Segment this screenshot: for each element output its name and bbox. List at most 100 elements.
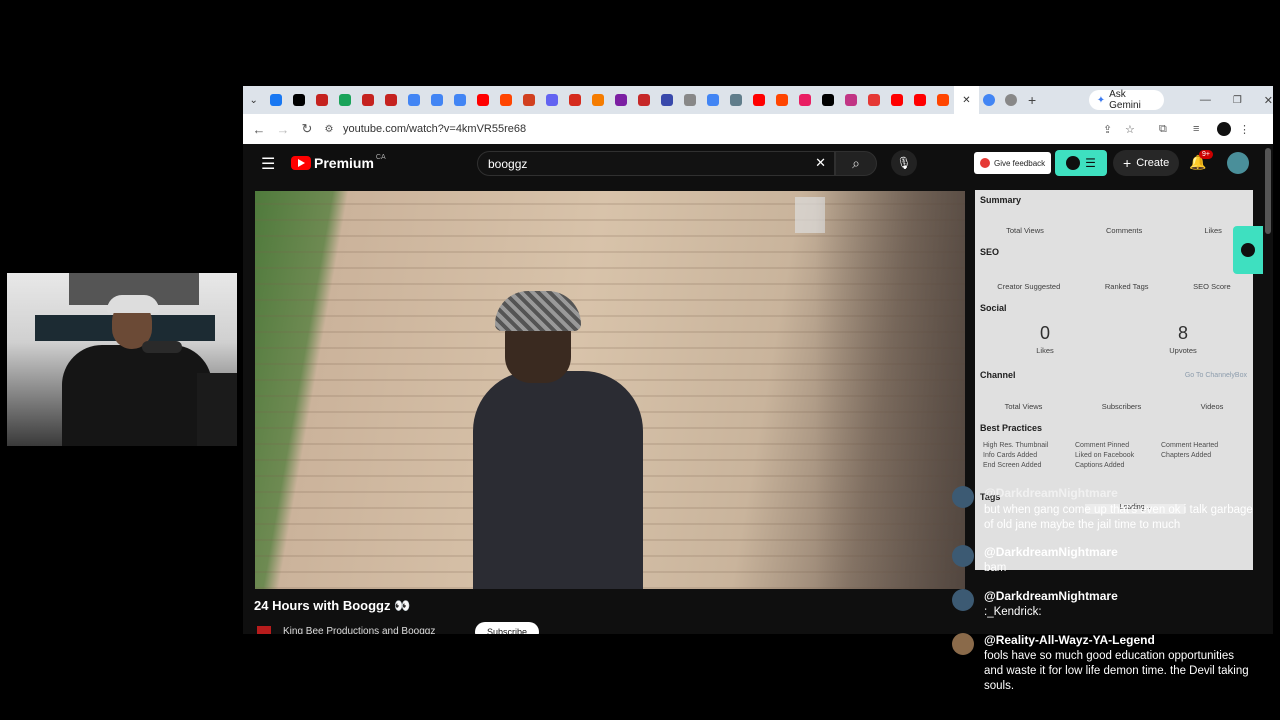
seo-score[interactable]: SEO Score: [1193, 282, 1231, 291]
tab-google[interactable]: [979, 86, 1000, 114]
subscribe-button[interactable]: Subscribe: [475, 622, 539, 634]
create-button[interactable]: + Create: [1113, 150, 1180, 176]
url-field[interactable]: youtube.com/watch?v=4kmVR55re68: [343, 123, 1103, 135]
tab-22[interactable]: [770, 86, 793, 114]
menu-icon[interactable]: ⋮: [1239, 123, 1250, 136]
channel-name[interactable]: King Bee Productions and Booggz: [283, 626, 435, 634]
instagram-icon: [844, 94, 857, 106]
page-scrollbar[interactable]: [1265, 148, 1271, 234]
docs-icon: [430, 94, 443, 106]
close-window-button[interactable]: ✕: [1264, 94, 1273, 107]
youtube-logo[interactable]: Premium CA: [291, 154, 386, 171]
tab-list-dropdown[interactable]: ⌄: [243, 86, 264, 114]
account-avatar[interactable]: [1227, 152, 1249, 174]
tab-6[interactable]: [402, 86, 425, 114]
reload-button[interactable]: ↻: [295, 121, 319, 137]
webcam-overlay: [7, 273, 237, 446]
chat-message: @DarkdreamNightmare :_Kendrick:: [952, 589, 1272, 623]
minimize-button[interactable]: —: [1200, 94, 1211, 106]
back-button[interactable]: ←: [247, 122, 271, 137]
plus-icon: +: [1123, 155, 1132, 171]
youtube-play-icon: [291, 156, 311, 170]
tab-24[interactable]: [816, 86, 839, 114]
tab-3[interactable]: [333, 86, 356, 114]
globe-icon: [729, 94, 742, 106]
docs-icon: [407, 94, 420, 106]
gmail-icon: [384, 94, 397, 106]
green-app-icon: [338, 94, 351, 106]
tab-27[interactable]: [885, 86, 908, 114]
likes-value: 0: [1039, 323, 1050, 343]
tab-10[interactable]: [494, 86, 517, 114]
voice-search-icon[interactable]: 🎙: [891, 150, 917, 176]
tab-16[interactable]: [632, 86, 655, 114]
channel-total-views: Total Views: [1004, 402, 1043, 411]
tab-2[interactable]: [310, 86, 333, 114]
active-tab[interactable]: ✕: [954, 86, 979, 114]
tab-0[interactable]: [264, 86, 287, 114]
tab-14[interactable]: [586, 86, 609, 114]
tab-8[interactable]: [448, 86, 471, 114]
tab-4[interactable]: [356, 86, 379, 114]
create-label: Create: [1136, 157, 1170, 169]
tab-chrome[interactable]: [1000, 86, 1021, 114]
tab-7[interactable]: [425, 86, 448, 114]
reddit-icon: [499, 94, 512, 106]
tab-23[interactable]: [793, 86, 816, 114]
tab-17[interactable]: [655, 86, 678, 114]
tab-29[interactable]: [931, 86, 954, 114]
clear-search-icon[interactable]: ✕: [815, 155, 826, 171]
tab-11[interactable]: [517, 86, 540, 114]
tab-13[interactable]: [563, 86, 586, 114]
tab-26[interactable]: [862, 86, 885, 114]
chat-username: @DarkdreamNightmare: [984, 545, 1118, 559]
hamburger-menu-icon[interactable]: ☰: [261, 154, 275, 174]
chat-message: @DarkdreamNightmare but when gang come u…: [952, 486, 1272, 536]
bp-item: Comment Hearted: [1161, 442, 1219, 449]
tab-15[interactable]: [609, 86, 632, 114]
bookmark-star-icon[interactable]: ☆: [1125, 123, 1159, 136]
tab-28[interactable]: [908, 86, 931, 114]
chat-message: @Reality-All-Wayz-YA-Legend fools have s…: [952, 633, 1272, 699]
extension-logo-icon: [1241, 243, 1255, 257]
media-icon[interactable]: ≡: [1193, 123, 1217, 135]
site-info-icon[interactable]: ⚙: [319, 124, 339, 135]
tab-1[interactable]: [287, 86, 310, 114]
forward-button[interactable]: →: [271, 122, 295, 137]
extension-side-tab[interactable]: [1233, 226, 1263, 274]
profile-avatar[interactable]: [1217, 122, 1231, 136]
channel-row: Total Views Subscribers Videos: [975, 402, 1253, 411]
tab-25[interactable]: [839, 86, 862, 114]
tab-20[interactable]: [724, 86, 747, 114]
give-feedback-button[interactable]: Give feedback: [974, 152, 1052, 174]
maximize-button[interactable]: ❐: [1233, 95, 1242, 106]
notification-badge: 9+: [1199, 150, 1213, 159]
tab-18[interactable]: [678, 86, 701, 114]
extension-toggle-button[interactable]: ☰: [1055, 150, 1107, 176]
seo-creator-suggested[interactable]: Creator Suggested: [997, 282, 1060, 291]
chat-username: @DarkdreamNightmare: [984, 486, 1118, 500]
install-icon[interactable]: ⇪: [1103, 123, 1125, 136]
tab-21[interactable]: [747, 86, 770, 114]
seo-ranked-tags[interactable]: Ranked Tags: [1105, 282, 1149, 291]
list-icon: ☰: [1085, 156, 1096, 170]
extensions-icon[interactable]: ⧉: [1159, 123, 1193, 136]
app-icon: [522, 94, 535, 106]
tab-12[interactable]: [540, 86, 563, 114]
ask-gemini-button[interactable]: ✦ Ask Gemini: [1088, 89, 1164, 111]
tab-19[interactable]: [701, 86, 724, 114]
chat-text: :_Kendrick:: [984, 606, 1042, 618]
new-tab-button[interactable]: +: [1021, 86, 1042, 114]
channel-link[interactable]: Go To ChannelyBox: [1185, 372, 1247, 379]
bp-item: Captions Added: [1075, 462, 1125, 469]
tab-9[interactable]: [471, 86, 494, 114]
search-input[interactable]: booggz ✕: [477, 151, 835, 176]
video-player[interactable]: [255, 191, 965, 589]
logo-text: Premium: [314, 155, 374, 171]
shadow: [815, 191, 965, 589]
search-icon[interactable]: ⌕: [835, 151, 877, 176]
channel-avatar[interactable]: [257, 626, 271, 634]
tab-5[interactable]: [379, 86, 402, 114]
docs-icon: [453, 94, 466, 106]
upvotes-value: 8: [1177, 323, 1188, 343]
